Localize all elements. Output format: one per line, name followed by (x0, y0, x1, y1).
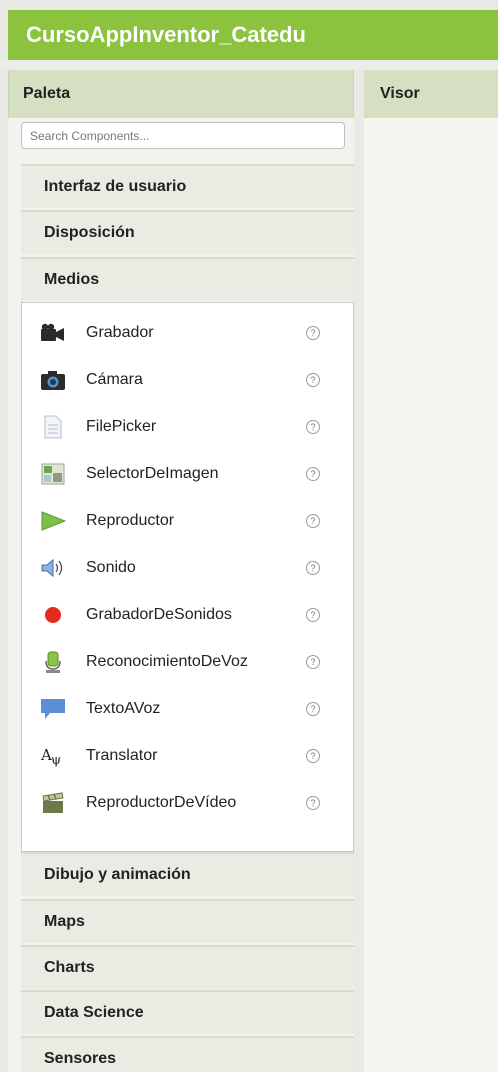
category-label: Data Science (44, 1004, 144, 1021)
app-title: CursoAppInventor_Catedu (26, 22, 306, 47)
component-textoavoz[interactable]: TextoAVoz ? (22, 685, 353, 732)
component-label: TextoAVoz (86, 699, 161, 717)
component-label: Reproductor (86, 511, 175, 529)
component-sonido[interactable]: Sonido ? (22, 544, 353, 591)
help-icon[interactable]: ? (306, 419, 320, 434)
help-icon[interactable]: ? (306, 654, 320, 669)
help-icon[interactable]: ? (306, 513, 320, 528)
help-icon[interactable]: ? (306, 748, 320, 763)
image-icon (40, 461, 66, 487)
component-label: Grabador (86, 323, 154, 341)
help-icon[interactable]: ? (306, 795, 320, 810)
component-label: GrabadorDeSonidos (86, 605, 232, 623)
play-icon (40, 508, 66, 534)
category-label: Maps (44, 913, 85, 930)
palette-header: Paleta (8, 70, 354, 118)
component-grabador[interactable]: Grabador ? (22, 309, 353, 356)
category-interfaz-de-usuario[interactable]: Interfaz de usuario (21, 164, 354, 208)
category-label: Disposición (44, 224, 135, 241)
camera-icon (40, 367, 66, 393)
category-label: Dibujo y animación (44, 866, 191, 883)
component-filepicker[interactable]: FilePicker ? (22, 403, 353, 450)
video-camera-icon (40, 320, 66, 346)
category-charts[interactable]: Charts (21, 945, 354, 989)
component-label: Translator (86, 746, 158, 764)
help-icon[interactable]: ? (306, 466, 320, 481)
component-label: FilePicker (86, 417, 157, 435)
help-icon[interactable]: ? (306, 701, 320, 716)
category-disposicion[interactable]: Disposición (21, 210, 354, 254)
component-translator[interactable]: A ψ Translator ? (22, 732, 353, 779)
component-reproductor[interactable]: Reproductor ? (22, 497, 353, 544)
component-grabadordesonidos[interactable]: GrabadorDeSonidos ? (22, 591, 353, 638)
record-dot-icon (40, 602, 66, 628)
category-label: Interfaz de usuario (44, 178, 187, 195)
file-icon (40, 414, 66, 440)
help-icon[interactable]: ? (306, 372, 320, 387)
component-camara[interactable]: Cámara ? (22, 356, 353, 403)
translate-icon: A ψ (40, 743, 66, 769)
component-label: ReproductorDeVídeo (86, 793, 237, 811)
category-data-science[interactable]: Data Science (21, 990, 354, 1034)
microphone-icon (40, 649, 66, 675)
speech-bubble-icon (40, 696, 66, 722)
app-title-bar: CursoAppInventor_Catedu (8, 10, 498, 60)
component-label: Cámara (86, 370, 143, 388)
top-strip (0, 0, 498, 10)
category-maps[interactable]: Maps (21, 899, 354, 943)
category-label: Charts (44, 959, 95, 976)
category-sensores[interactable]: Sensores (21, 1036, 354, 1072)
component-label: SelectorDeImagen (86, 464, 219, 482)
component-label: Sonido (86, 558, 136, 576)
category-label: Medios (44, 271, 100, 288)
help-icon[interactable]: ? (306, 325, 320, 340)
svg-text:ψ: ψ (51, 753, 61, 767)
speaker-icon (40, 555, 66, 581)
component-label: ReconocimientoDeVoz (86, 652, 248, 670)
media-components-list: Grabador ? Cámara ? FilePicker ? Selecto… (21, 302, 354, 852)
search-wrap (8, 118, 354, 149)
visor-header: Visor (364, 70, 498, 118)
help-icon[interactable]: ? (306, 560, 320, 575)
category-label: Sensores (44, 1050, 117, 1067)
component-reproductordevideo[interactable]: ReproductorDeVídeo ? (22, 779, 353, 826)
category-medios[interactable]: Medios (21, 257, 354, 301)
component-reconocimientodevoz[interactable]: ReconocimientoDeVoz ? (22, 638, 353, 685)
category-dibujo-y-animacion[interactable]: Dibujo y animación (21, 852, 354, 896)
clapperboard-icon (40, 790, 66, 816)
title-gap (0, 60, 498, 70)
palette-panel: Paleta Interfaz de usuario Disposición M… (8, 70, 354, 1072)
search-components-input[interactable] (21, 122, 345, 149)
help-icon[interactable]: ? (306, 607, 320, 622)
component-selectordeimagen[interactable]: SelectorDeImagen ? (22, 450, 353, 497)
visor-panel: Visor (364, 70, 498, 1072)
